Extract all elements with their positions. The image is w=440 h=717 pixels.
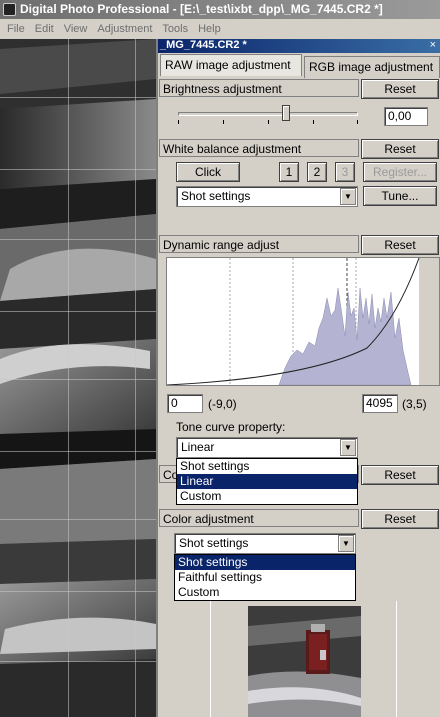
grid-line (68, 39, 69, 717)
menu-adjustment[interactable]: Adjustment (92, 19, 157, 39)
menu-help[interactable]: Help (193, 19, 226, 39)
chevron-down-icon: ▼ (340, 188, 356, 205)
wb-preset-2-button[interactable]: 2 (307, 162, 327, 182)
grid-line (0, 519, 156, 520)
tone-curve-option-selected[interactable]: Linear (177, 474, 357, 489)
slider-tick (223, 120, 224, 124)
tone-curve-option[interactable]: Custom (177, 489, 357, 504)
thumbnail-image (248, 606, 361, 717)
menu-view[interactable]: View (59, 19, 93, 39)
window-title: Digital Photo Professional - [E:\_test\i… (20, 2, 383, 16)
grid-line (0, 591, 156, 592)
white-balance-header: White balance adjustment (159, 139, 359, 157)
grid-line (0, 311, 156, 312)
tab-raw-adjustment[interactable]: RAW image adjustment (160, 54, 302, 76)
chevron-down-icon: ▼ (340, 439, 356, 456)
tone-curve-label: Tone curve property: (176, 420, 286, 434)
menu-bar: File Edit View Adjustment Tools Help (0, 19, 440, 39)
dynamic-range-header: Dynamic range adjust (159, 235, 359, 253)
grid-line (0, 239, 156, 240)
palette-title: _MG_7445.CR2 * (160, 39, 247, 51)
range-max-ev: (3,5) (402, 397, 427, 411)
tab-rgb-adjustment[interactable]: RGB image adjustment (304, 56, 440, 78)
slider-tick (268, 120, 269, 124)
histogram-graph (166, 257, 439, 386)
grid-line (135, 39, 136, 717)
menu-file[interactable]: File (0, 19, 30, 39)
white-balance-select[interactable]: Shot settings ▼ (176, 186, 358, 207)
photo-preview[interactable] (0, 39, 156, 717)
grid-line (0, 169, 156, 170)
app-icon (3, 3, 16, 16)
color-adjustment-select-value: Shot settings (179, 536, 249, 550)
tone-curve-select-value: Linear (181, 440, 215, 454)
color-adjustment-dropdown: Shot settings Faithful settings Custom (174, 554, 356, 601)
tone-curve-select[interactable]: Linear ▼ (176, 437, 358, 458)
photo-texture (0, 39, 156, 717)
slider-tick (313, 120, 314, 124)
window-title-bar: Digital Photo Professional - [E:\_test\i… (0, 0, 440, 19)
brightness-slider-thumb[interactable] (282, 105, 290, 121)
grid-line (0, 379, 156, 380)
grid-line (0, 451, 156, 452)
tune-button[interactable]: Tune... (363, 186, 437, 206)
color-adjustment-header: Color adjustment (159, 509, 359, 527)
brightness-header: Brightness adjustment (159, 79, 359, 97)
white-balance-select-value: Shot settings (181, 189, 251, 203)
color-adjustment-option[interactable]: Faithful settings (175, 570, 355, 585)
brightness-value-field[interactable]: 0,00 (384, 107, 428, 126)
color-adjustment-option[interactable]: Custom (175, 585, 355, 600)
slider-tick (357, 120, 358, 124)
range-max-field[interactable]: 4095 (362, 394, 398, 413)
grid-line (0, 661, 156, 662)
range-min-field[interactable]: 0 (167, 394, 203, 413)
menu-edit[interactable]: Edit (30, 19, 59, 39)
chevron-down-icon: ▼ (338, 535, 354, 552)
click-white-balance-button[interactable]: Click (176, 162, 240, 182)
slider-tick (178, 120, 179, 124)
close-icon[interactable]: × (430, 39, 436, 52)
color-adjustment-option-selected[interactable]: Shot settings (175, 555, 355, 570)
tool-palette: _MG_7445.CR2 * × RAW image adjustment RG… (156, 39, 440, 717)
tone-curve-option[interactable]: Shot settings (177, 459, 357, 474)
white-balance-reset-button[interactable]: Reset (361, 139, 439, 159)
brightness-reset-button[interactable]: Reset (361, 79, 439, 99)
navigator-thumbnail[interactable] (248, 606, 361, 717)
wb-preset-1-button[interactable]: 1 (279, 162, 299, 182)
menu-tools[interactable]: Tools (157, 19, 193, 39)
register-button[interactable]: Register... (363, 162, 437, 182)
wb-preset-3-button[interactable]: 3 (335, 162, 355, 182)
range-min-ev: (-9,0) (208, 397, 237, 411)
tone-curve-dropdown: Shot settings Linear Custom (176, 458, 358, 505)
histogram[interactable] (166, 257, 440, 386)
divider (210, 601, 211, 717)
palette-title-bar: _MG_7445.CR2 * × (158, 39, 440, 53)
divider (396, 601, 397, 717)
grid-line (0, 97, 156, 98)
brightness-slider[interactable] (178, 112, 358, 116)
dynamic-range-reset-button[interactable]: Reset (361, 235, 439, 255)
color-adjustment-reset-button[interactable]: Reset (361, 509, 439, 529)
hidden-section-reset-button[interactable]: Reset (361, 465, 439, 485)
color-adjustment-select[interactable]: Shot settings ▼ (174, 533, 356, 554)
